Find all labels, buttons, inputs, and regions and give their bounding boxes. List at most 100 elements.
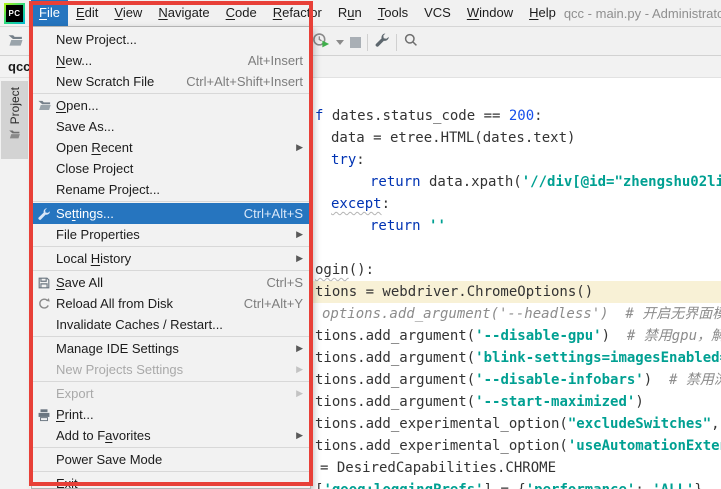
menubar-item-code[interactable]: Code bbox=[218, 0, 265, 26]
submenu-arrow-icon: ▶ bbox=[278, 430, 303, 441]
folder-icon bbox=[37, 98, 56, 113]
code-line: except: bbox=[331, 193, 390, 215]
code-line: ogin(): bbox=[315, 259, 374, 281]
stop-icon bbox=[350, 37, 361, 48]
menu-separator bbox=[32, 246, 310, 247]
menu-item-close-project[interactable]: Close Project bbox=[32, 158, 310, 179]
submenu-arrow-icon: ▶ bbox=[278, 142, 303, 153]
menubar-item-navigate[interactable]: Navigate bbox=[150, 0, 217, 26]
folder-icon bbox=[8, 128, 21, 146]
menu-item-new-projects-settings[interactable]: New Projects Settings ▶ bbox=[32, 359, 310, 380]
toolbar-right-group bbox=[312, 31, 419, 54]
menu-item-label: Print... bbox=[56, 407, 94, 422]
menubar-item-tools[interactable]: Tools bbox=[370, 0, 416, 26]
floppy-icon bbox=[37, 276, 56, 290]
menu-item-exit[interactable]: Exit bbox=[32, 473, 310, 489]
menu-separator bbox=[32, 471, 310, 472]
menu-item-settings[interactable]: Settings...Ctrl+Alt+S bbox=[32, 203, 310, 224]
menu-item-invalidate-caches-restart[interactable]: Invalidate Caches / Restart... bbox=[32, 314, 310, 335]
menu-item-save-as[interactable]: Save As... bbox=[32, 116, 310, 137]
submenu-arrow-icon: ▶ bbox=[278, 388, 303, 399]
menu-item-power-save-mode[interactable]: Power Save Mode bbox=[32, 449, 310, 470]
menu-item-label: Rename Project... bbox=[56, 182, 160, 197]
menu-item-label: Exit bbox=[56, 476, 78, 489]
menu-item-file-properties[interactable]: File Properties▶ bbox=[32, 224, 310, 245]
menu-item-label: Open Recent bbox=[56, 140, 133, 155]
menu-item-label: Reload All from Disk bbox=[56, 296, 173, 311]
code-line: tions = webdriver.ChromeOptions() bbox=[315, 281, 593, 303]
menubar-item-file[interactable]: File bbox=[31, 0, 68, 26]
menu-item-label: Add to Favorites bbox=[56, 428, 151, 443]
menu-item-reload-all-from-disk[interactable]: Reload All from Disk Ctrl+Alt+Y bbox=[32, 293, 310, 314]
menu-item-new-scratch-file[interactable]: New Scratch FileCtrl+Alt+Shift+Insert bbox=[32, 71, 310, 92]
menu-shortcut-label: Alt+Insert bbox=[230, 53, 303, 68]
menu-separator bbox=[32, 381, 310, 382]
search-icon[interactable] bbox=[403, 32, 419, 53]
pycharm-window: PC FileEditViewNavigateCodeRefactorRunTo… bbox=[0, 0, 721, 489]
menu-item-export[interactable]: Export ▶ bbox=[32, 383, 310, 404]
toolbar-separator bbox=[396, 34, 397, 51]
breadcrumb-project[interactable]: qcc bbox=[8, 59, 30, 74]
submenu-arrow-icon: ▶ bbox=[278, 364, 303, 375]
wrench-icon[interactable] bbox=[374, 32, 390, 53]
menu-item-label: New Scratch File bbox=[56, 74, 154, 89]
menu-item-open-recent[interactable]: Open Recent ▶ bbox=[32, 137, 310, 158]
menu-item-new-project[interactable]: New Project... bbox=[32, 29, 310, 50]
left-tool-strip: Project bbox=[0, 78, 30, 489]
reload-icon bbox=[37, 297, 56, 311]
code-line: tions.add_argument('--disable-infobars')… bbox=[315, 369, 721, 391]
menu-separator bbox=[32, 447, 310, 448]
code-line: options.add_argument('--headless') # 开启无… bbox=[322, 303, 721, 325]
menu-item-local-history[interactable]: Local History ▶ bbox=[32, 248, 310, 269]
open-folder-icon[interactable] bbox=[7, 32, 24, 54]
menu-separator bbox=[32, 270, 310, 271]
menubar-item-view[interactable]: View bbox=[106, 0, 150, 26]
window-title: qcc - main.py - Administrator bbox=[564, 6, 721, 21]
code-line: try: bbox=[331, 149, 365, 171]
submenu-arrow-icon: ▶ bbox=[278, 343, 303, 354]
toolbar-separator bbox=[367, 34, 368, 51]
project-tab-label: Project bbox=[8, 87, 22, 124]
menu-item-label: Manage IDE Settings bbox=[56, 341, 179, 356]
menu-item-label: Invalidate Caches / Restart... bbox=[56, 317, 223, 332]
menu-item-label: Export bbox=[56, 386, 94, 401]
menubar-item-refactor[interactable]: Refactor bbox=[265, 0, 330, 26]
menubar-item-window[interactable]: Window bbox=[459, 0, 521, 26]
menu-item-new[interactable]: New... Alt+Insert bbox=[32, 50, 310, 71]
menu-item-manage-ide-settings[interactable]: Manage IDE Settings ▶ bbox=[32, 338, 310, 359]
run-with-coverage-icon[interactable] bbox=[312, 31, 330, 54]
wrench-icon bbox=[37, 207, 56, 221]
submenu-arrow-icon: ▶ bbox=[278, 253, 303, 264]
code-line: = DesiredCapabilities.CHROME bbox=[320, 457, 556, 479]
menu-shortcut-label: Ctrl+Alt+Y bbox=[226, 296, 303, 311]
project-tool-window-tab[interactable]: Project bbox=[1, 81, 28, 159]
code-line: tions.add_argument('--disable-gpu') # 禁用… bbox=[315, 325, 721, 347]
menu-item-save-all[interactable]: Save AllCtrl+S bbox=[32, 272, 310, 293]
menu-shortcut-label: Ctrl+Alt+S bbox=[226, 206, 303, 221]
code-line: return '' bbox=[370, 215, 446, 237]
menu-separator bbox=[32, 93, 310, 94]
menu-item-label: New... bbox=[56, 53, 92, 68]
code-line: return data.xpath('//div[@id="zhengshu02… bbox=[370, 171, 721, 193]
menu-item-rename-project[interactable]: Rename Project... bbox=[32, 179, 310, 200]
menu-item-label: Local History bbox=[56, 251, 131, 266]
menubar-item-run[interactable]: Run bbox=[330, 0, 370, 26]
run-dropdown-caret-icon[interactable] bbox=[336, 40, 344, 45]
menubar-item-help[interactable]: Help bbox=[521, 0, 564, 26]
menu-item-label: Close Project bbox=[56, 161, 133, 176]
menu-item-open[interactable]: Open... bbox=[32, 95, 310, 116]
code-line: data = etree.HTML(dates.text) bbox=[331, 127, 575, 149]
menu-separator bbox=[32, 336, 310, 337]
pycharm-logo-icon: PC bbox=[4, 3, 25, 24]
menu-item-label: File Properties bbox=[56, 227, 140, 242]
menu-item-label: New Projects Settings bbox=[56, 362, 183, 377]
menu-item-add-to-favorites[interactable]: Add to Favorites ▶ bbox=[32, 425, 310, 446]
menubar-item-edit[interactable]: Edit bbox=[68, 0, 106, 26]
menu-separator bbox=[32, 201, 310, 202]
code-line: tions.add_experimental_option("excludeSw… bbox=[315, 413, 721, 435]
menu-item-print[interactable]: Print... bbox=[32, 404, 310, 425]
code-line: tions.add_argument('--start-maximized') bbox=[315, 391, 644, 413]
menu-item-label: Open... bbox=[56, 98, 99, 113]
code-line: tions.add_argument('blink-settings=image… bbox=[315, 347, 721, 369]
menubar-item-vcs[interactable]: VCS bbox=[416, 0, 459, 26]
